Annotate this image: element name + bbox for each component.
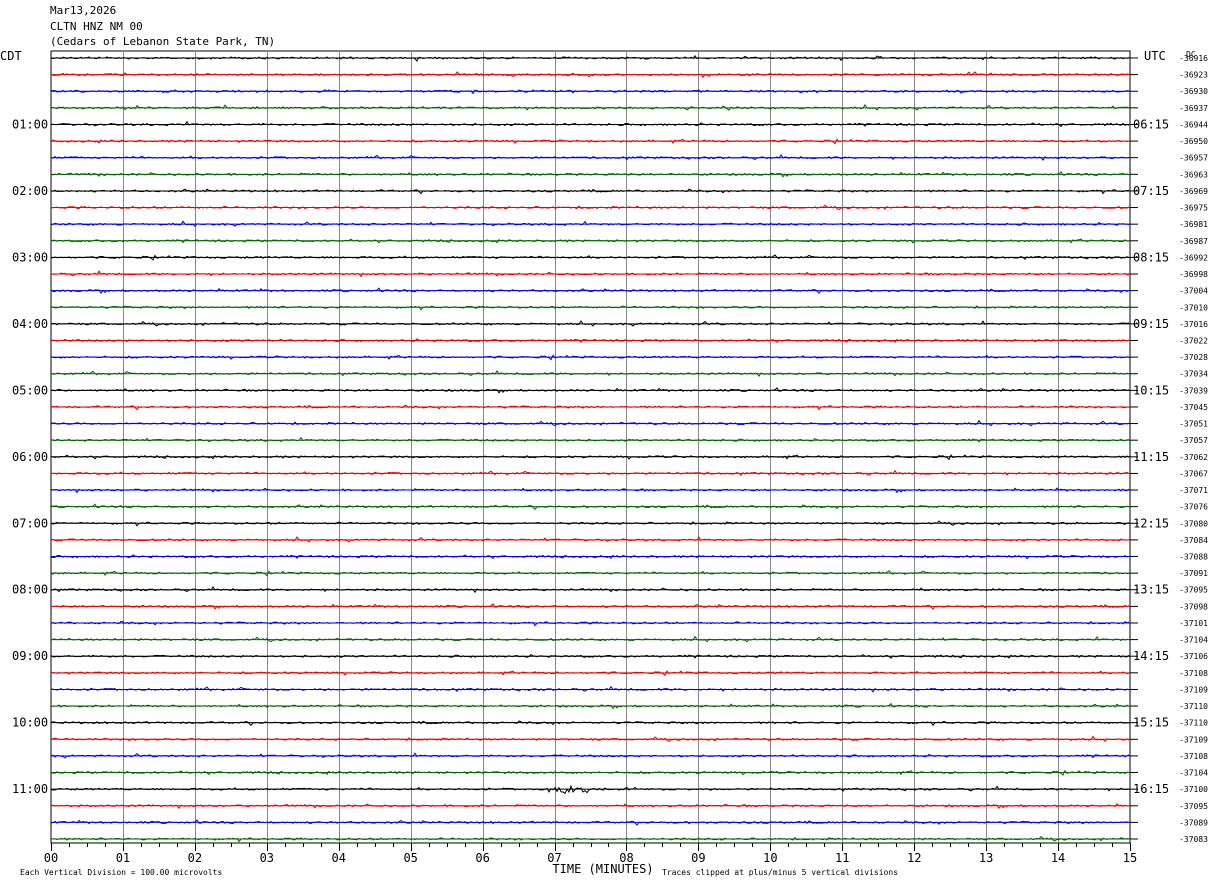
cdt-hour-label: 11:00: [12, 782, 48, 796]
dc-offset-label: -37108: [1179, 669, 1208, 678]
x-tick-label: 01: [116, 851, 130, 865]
cdt-hour-label: 02:00: [12, 184, 48, 198]
dc-offset-label: -36963: [1179, 170, 1208, 179]
utc-hour-label: 08:15: [1133, 250, 1169, 264]
dc-offset-label: -37109: [1179, 735, 1208, 744]
dc-offset-label: -37088: [1179, 553, 1208, 562]
x-tick-label: 02: [188, 851, 202, 865]
utc-hour-label: 15:15: [1133, 716, 1169, 730]
seismic-trace: [50, 305, 1130, 311]
utc-hour-label: 10:15: [1133, 383, 1169, 397]
dc-offset-label: -36950: [1179, 137, 1208, 146]
x-tick-label: 12: [907, 851, 921, 865]
utc-axis-label: UTC: [1144, 49, 1166, 63]
x-tick-label: 11: [835, 851, 849, 865]
utc-hour-label: 13:15: [1133, 583, 1169, 597]
dc-offset-label: -37034: [1179, 370, 1208, 379]
dc-offset-label: -37067: [1179, 469, 1208, 478]
dc-offset-label: -36937: [1179, 104, 1208, 113]
dc-offset-label: -37095: [1179, 802, 1208, 811]
cdt-axis-label: CDT: [0, 49, 22, 63]
dc-offset-label: -36944: [1179, 120, 1208, 129]
cdt-hour-label: 07:00: [12, 516, 48, 530]
dc-offset-label: -37106: [1179, 652, 1208, 661]
seismic-trace: [51, 784, 1130, 795]
dc-offset-label: -36987: [1179, 237, 1208, 246]
dc-offset-label: -37051: [1179, 420, 1208, 429]
dc-offset-label: -37098: [1179, 602, 1208, 611]
dc-offset-label: -37028: [1179, 353, 1208, 362]
x-tick-label: 09: [691, 851, 705, 865]
dc-offset-label: -37057: [1179, 436, 1208, 445]
dc-offset-label: -37062: [1179, 453, 1208, 462]
dc-offset-label: -36923: [1179, 71, 1208, 80]
x-tick-label: 00: [44, 851, 58, 865]
dc-offset-label: -36992: [1179, 253, 1208, 262]
dc-offset-label: -37010: [1179, 303, 1208, 312]
cdt-hour-label: 08:00: [12, 583, 48, 597]
utc-hour-label: 11:15: [1133, 450, 1169, 464]
helicorder-plot: -36916-36923-36930-36937-36944-36950-369…: [0, 49, 1208, 877]
dc-offset-label: -36981: [1179, 220, 1208, 229]
x-tick-label: 05: [403, 851, 417, 865]
x-tick-label: 10: [763, 851, 777, 865]
footer-scale-note: Each Vertical Division = 100.00 microvol…: [20, 868, 222, 877]
dc-offset-label: -37084: [1179, 536, 1208, 545]
dc-offset-label: -37045: [1179, 403, 1208, 412]
cdt-hour-label: 03:00: [12, 250, 48, 264]
dc-offset-label: -37109: [1179, 685, 1208, 694]
dc-offset-label: -37104: [1179, 636, 1208, 645]
dc-offset-label: -36930: [1179, 87, 1208, 96]
dc-offset-label: -37083: [1179, 835, 1208, 844]
cdt-hour-label: 06:00: [12, 450, 48, 464]
cdt-hour-label: 04:00: [12, 317, 48, 331]
dc-offset-label: -37016: [1179, 320, 1208, 329]
utc-hour-label: 16:15: [1133, 782, 1169, 796]
dc-offset-label: -37080: [1179, 519, 1208, 528]
dc-offset-label: -36998: [1179, 270, 1208, 279]
dc-offset-label: -37071: [1179, 486, 1208, 495]
dc-offset-label: -37089: [1179, 818, 1208, 827]
dc-offset-label: -37095: [1179, 586, 1208, 595]
dc-offset-label: -37100: [1179, 785, 1208, 794]
dc-offset-label: -37039: [1179, 386, 1208, 395]
dc-offset-label: -37108: [1179, 752, 1208, 761]
utc-hour-label: 09:15: [1133, 317, 1169, 331]
utc-hour-label: 06:15: [1133, 117, 1169, 131]
utc-hour-label: 07:15: [1133, 184, 1169, 198]
x-tick-label: 13: [979, 851, 993, 865]
x-tick-label: 03: [260, 851, 274, 865]
dc-label: DC: [1186, 50, 1196, 59]
dc-offset-label: -37110: [1179, 719, 1208, 728]
utc-hour-label: 12:15: [1133, 516, 1169, 530]
x-axis-title: TIME (MINUTES): [552, 862, 653, 876]
dc-offset-label: -36975: [1179, 204, 1208, 213]
x-tick-label: 15: [1123, 851, 1137, 865]
dc-offset-label: -37101: [1179, 619, 1208, 628]
dc-offset-label: -37004: [1179, 287, 1208, 296]
cdt-hour-label: 09:00: [12, 649, 48, 663]
dc-offset-label: -37091: [1179, 569, 1208, 578]
cdt-hour-label: 10:00: [12, 716, 48, 730]
cdt-hour-label: 05:00: [12, 383, 48, 397]
dc-offset-label: -37076: [1179, 503, 1208, 512]
cdt-hour-label: 01:00: [12, 117, 48, 131]
plot-frame: [50, 50, 1131, 844]
dc-offset-label: -36957: [1179, 154, 1208, 163]
dc-offset-label: -37104: [1179, 769, 1208, 778]
dc-offset-label: -37110: [1179, 702, 1208, 711]
x-tick-label: 06: [475, 851, 489, 865]
x-tick-label: 04: [332, 851, 346, 865]
dc-offset-label: -36969: [1179, 187, 1208, 196]
utc-hour-label: 14:15: [1133, 649, 1169, 663]
footer-clip-note: Traces clipped at plus/minus 5 vertical …: [662, 868, 898, 877]
x-tick-label: 14: [1051, 851, 1065, 865]
dc-offset-label: -37022: [1179, 336, 1208, 345]
